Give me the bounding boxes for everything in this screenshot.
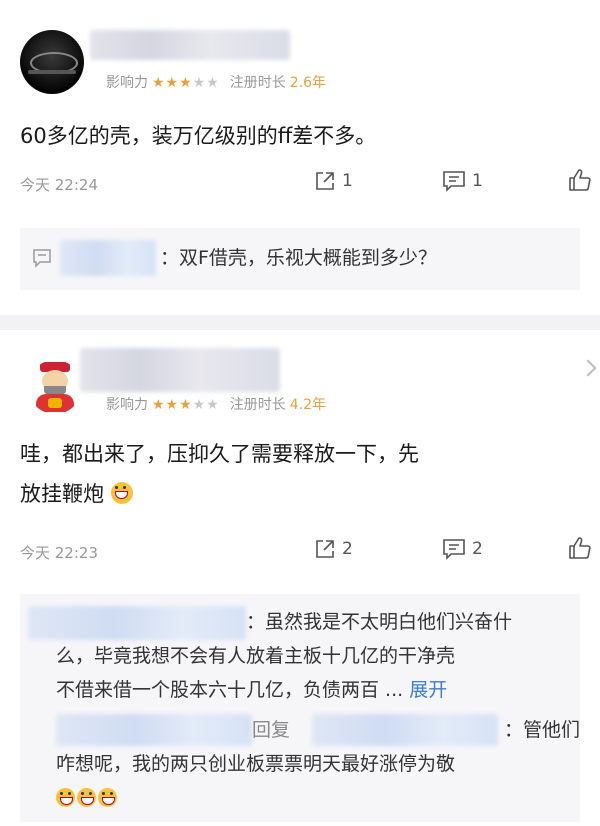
influence-label: 影响力 [106,75,148,91]
comment-button[interactable]: 1 [442,170,483,192]
comment-icon [443,539,465,560]
influence-stars: ★★★★★ [152,397,220,413]
reply-text-line: 么，毕竟我想不会有人放着主板十几亿的干净壳 [56,645,456,667]
reply-text-line: 咋想呢，我的两只创业板票票明天最好涨停为敬 [56,753,456,775]
reply-username-blurred[interactable] [60,240,156,276]
user-meta: 影响力 ★★★★★ 注册时长 2.6年 [106,72,326,92]
share-button[interactable]: 2 [314,538,353,560]
register-years: 4.2年 [289,397,327,413]
comment-time: 今天 22:24 [20,176,98,194]
avatar[interactable] [28,360,82,414]
comment-icon [443,171,465,192]
thumbs-up-icon [569,537,591,559]
comment-body: 60多亿的壳，装万亿级别的ff差不多。 [20,124,377,148]
grin-emoji-icon [56,788,75,807]
reply-quote-icon [33,249,51,268]
comment-count: 1 [472,171,483,191]
reply-text-line: ：管他们 [504,719,581,741]
reply-text-line: 不借来借一个股本六十几亿，负债两百 ... 展开 [56,679,448,701]
username-blurred[interactable] [80,348,280,392]
share-icon [316,172,334,190]
comment-time: 今天 22:23 [20,544,98,562]
influence-label: 影响力 [106,397,148,413]
comment-count: 2 [472,539,483,559]
register-label: 注册时长 [229,397,286,413]
like-button[interactable] [568,168,592,192]
thumbs-up-icon [569,169,591,191]
reply-to-label: 回复 [252,719,291,741]
comment-card: 影响力 ★★★★★ 注册时长 2.6年 60多亿的壳，装万亿级别的ff差不多。 今天 … [0,0,600,315]
user-meta: 影响力 ★★★★★ 注册时长 4.2年 [106,394,326,414]
expand-link[interactable]: 展开 [409,679,447,701]
reply-username-blurred[interactable] [56,714,252,746]
like-button[interactable] [568,536,592,560]
reply-target-blurred[interactable] [312,714,498,746]
reply-preview-box[interactable]: ：双F借壳，乐视大概能到多少？ [20,228,580,290]
username-blurred[interactable] [90,30,290,60]
grin-emoji-icon [98,788,117,807]
reply-text-line: ：虽然我是不太明白他们兴奋什 [246,611,513,633]
share-icon [316,540,334,558]
avatar[interactable] [20,30,84,94]
reply-username-blurred[interactable] [28,606,246,640]
comment-card: 影响力 ★★★★★ 注册时长 4.2年 哇，都出来了，压抑久了需要释放一下，先 放挂鞭… [0,330,600,826]
chevron-right-icon[interactable] [579,359,597,377]
comment-body-line: 放挂鞭炮 [20,474,580,514]
grin-emoji-icon [77,788,96,807]
share-count: 1 [342,171,353,191]
influence-stars: ★★★★★ [152,75,220,91]
emoji-row [56,782,119,814]
grin-emoji-icon [110,482,133,504]
comment-button[interactable]: 2 [442,538,483,560]
register-label: 注册时长 [229,75,286,91]
comment-body: 哇，都出来了，压抑久了需要释放一下，先 放挂鞭炮 [20,434,580,514]
register-years: 2.6年 [289,75,327,91]
reply-text: ：双F借壳，乐视大概能到多少？ [160,247,437,269]
comment-body-line: 哇，都出来了，压抑久了需要释放一下，先 [20,442,419,466]
share-button[interactable]: 1 [314,170,353,192]
share-count: 2 [342,539,353,559]
reply-box[interactable]: ：虽然我是不太明白他们兴奋什 么，毕竟我想不会有人放着主板十几亿的干净壳 不借来… [20,594,580,822]
